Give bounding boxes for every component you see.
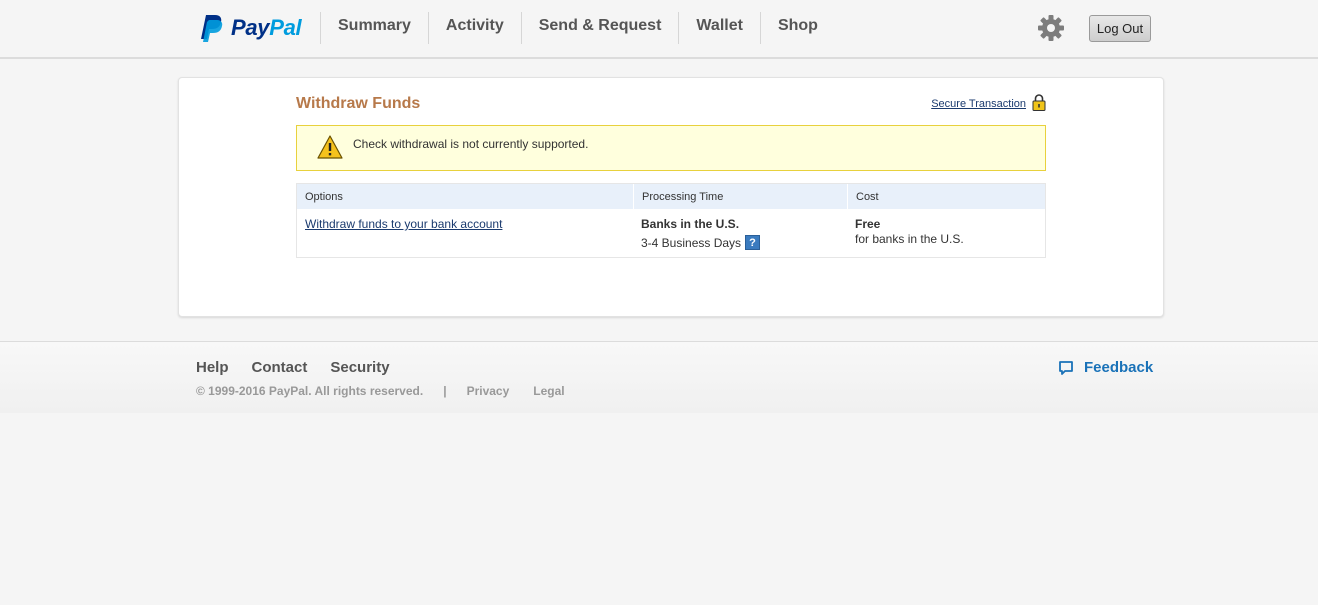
option-cell: Withdraw funds to your bank account — [297, 209, 633, 250]
feedback-button[interactable]: Feedback — [1058, 359, 1153, 376]
nav-shop[interactable]: Shop — [759, 12, 835, 44]
wordmark-pal: Pal — [269, 15, 302, 40]
nav-send-request[interactable]: Send & Request — [520, 12, 679, 44]
cost-title: Free — [855, 217, 881, 231]
paypal-logo[interactable]: PayPal — [200, 14, 302, 42]
withdraw-to-bank-link[interactable]: Withdraw funds to your bank account — [305, 217, 502, 231]
paypal-wordmark: PayPal — [231, 15, 302, 41]
header-options: Options — [305, 191, 343, 203]
nav-activity[interactable]: Activity — [427, 12, 521, 44]
logout-button[interactable]: Log Out — [1089, 15, 1151, 42]
secure-transaction-link[interactable]: Secure Transaction — [931, 97, 1026, 111]
feedback-label: Feedback — [1084, 359, 1154, 376]
header-cost: Cost — [847, 184, 1045, 209]
copyright-text: © 1999-2016 PayPal. All rights reserved. — [196, 384, 424, 398]
withdraw-card: Withdraw Funds Secure Transaction Check … — [178, 77, 1164, 317]
processing-time-detail-row: 3-4 Business Days ? — [641, 235, 839, 250]
gear-icon[interactable] — [1036, 13, 1066, 43]
nav-wallet[interactable]: Wallet — [678, 12, 760, 44]
top-header: PayPal Summary Activity Send & Request W… — [0, 0, 1318, 59]
withdraw-options-table: Options Processing Time Cost Withdraw fu… — [296, 183, 1046, 258]
footer-help-link[interactable]: Help — [196, 359, 229, 376]
table-row: Withdraw funds to your bank account Bank… — [297, 209, 1045, 250]
processing-time-title: Banks in the U.S. — [641, 217, 740, 231]
paypal-logo-icon — [201, 15, 223, 42]
wordmark-pay: Pay — [231, 15, 270, 40]
page-footer: Help Contact Security © 1999-2016 PayPal… — [0, 341, 1318, 413]
cost-cell: Free for banks in the U.S. — [847, 209, 1045, 250]
page-title: Withdraw Funds — [296, 95, 421, 112]
warning-alert: Check withdrawal is not currently suppor… — [296, 125, 1046, 171]
main-nav: Summary Activity Send & Request Wallet S… — [320, 12, 835, 44]
footer-legal-link[interactable]: Legal — [533, 384, 564, 398]
footer-separator: | — [443, 384, 447, 398]
footer-contact-link[interactable]: Contact — [252, 359, 308, 376]
warning-icon — [317, 135, 343, 159]
nav-summary[interactable]: Summary — [320, 12, 428, 44]
footer-privacy-link[interactable]: Privacy — [467, 384, 510, 398]
header-processing-time: Processing Time — [633, 184, 847, 209]
processing-time-detail: 3-4 Business Days — [641, 235, 742, 250]
secure-transaction: Secure Transaction — [931, 94, 1046, 111]
processing-time-cell: Banks in the U.S. 3-4 Business Days ? — [633, 209, 847, 250]
alert-message: Check withdrawal is not currently suppor… — [353, 137, 589, 151]
help-icon[interactable]: ? — [745, 235, 761, 250]
footer-security-link[interactable]: Security — [330, 359, 389, 376]
copyright-row: © 1999-2016 PayPal. All rights reserved.… — [196, 384, 589, 398]
table-header: Options Processing Time Cost — [297, 184, 1045, 209]
footer-links: Help Contact Security — [196, 359, 413, 376]
cost-detail: for banks in the U.S. — [855, 232, 964, 246]
feedback-icon — [1059, 360, 1073, 375]
lock-icon — [1032, 94, 1046, 111]
